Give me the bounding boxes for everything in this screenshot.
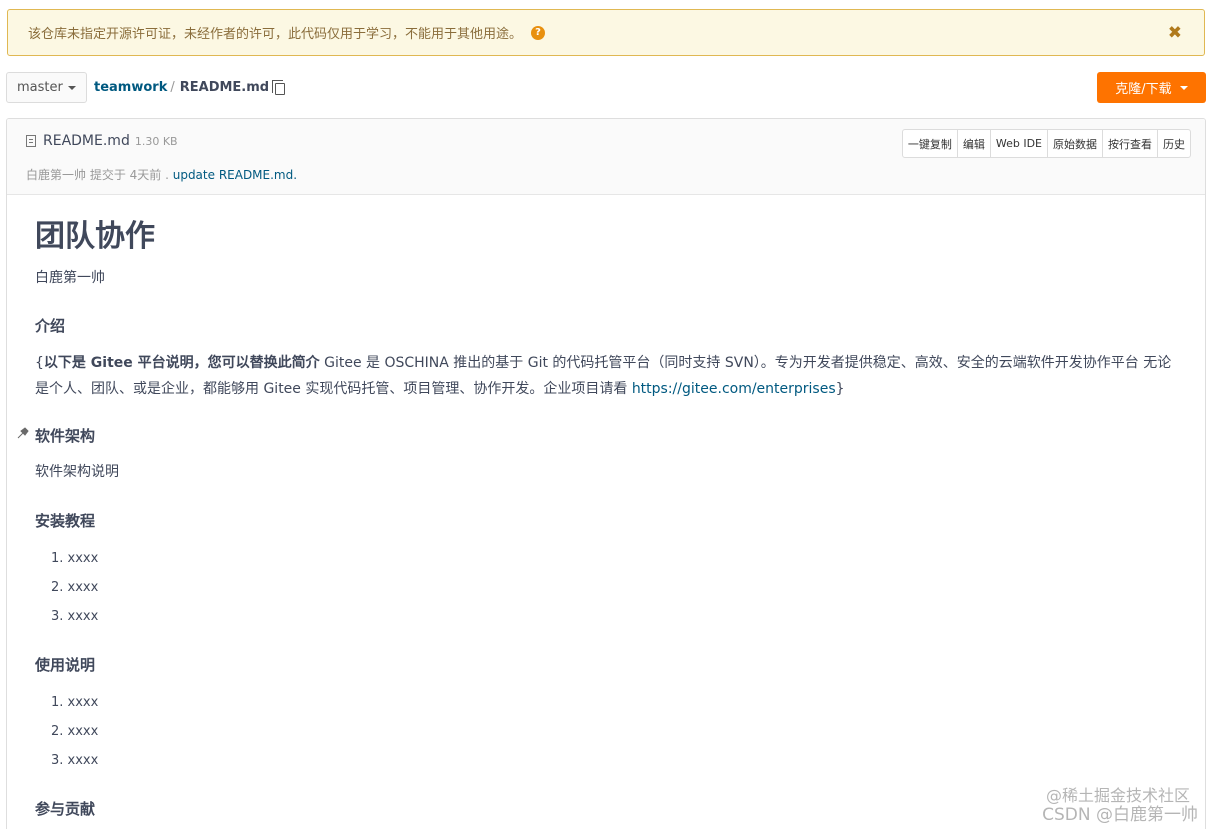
usage-heading: 使用说明 <box>35 656 96 674</box>
pin-icon[interactable] <box>16 427 32 439</box>
breadcrumb-file: README.md <box>179 80 270 95</box>
file-header: README.md 1.30 KB 白鹿第一帅 提交于 4天前 . update… <box>7 119 1205 195</box>
arch-heading: 软件架构 <box>35 427 96 445</box>
chevron-down-icon <box>1179 85 1188 90</box>
intro-paragraph: {以下是 Gitee 平台说明，您可以替换此简介 Gitee 是 OSCHINA… <box>35 350 1185 402</box>
readme-title: 团队协作 <box>35 219 155 254</box>
watermark-csdn: CSDN @白鹿第一帅 <box>1042 805 1198 825</box>
history-button[interactable]: 历史 <box>1157 130 1190 157</box>
intro-heading: 介绍 <box>35 317 66 335</box>
list-item: 1. xxxx <box>51 551 99 566</box>
repo-toolbar: master teamwork / README.md 克隆/下载 <box>6 72 1206 104</box>
usage-list: 1. xxxx 2. xxxx 3. xxxx <box>51 688 98 775</box>
file-actions: 一键复制 编辑 Web IDE 原始数据 按行查看 历史 <box>901 129 1191 158</box>
close-icon[interactable]: ✖ <box>1168 23 1182 43</box>
list-item: 3. xxxx <box>51 753 99 768</box>
branch-label: master <box>17 80 63 95</box>
install-heading: 安装教程 <box>35 512 96 530</box>
file-icon <box>26 135 36 147</box>
commit-message-link[interactable]: update README.md. <box>173 168 297 182</box>
install-list: 1. xxxx 2. xxxx 3. xxxx <box>51 544 98 631</box>
alert-message: 该仓库未指定开源许可证，未经作者的许可，此代码仅用于学习，不能用于其他用途。 <box>28 27 523 42</box>
breadcrumb-separator: / <box>170 80 175 95</box>
branch-select[interactable]: master <box>6 72 87 103</box>
intro-close-brace: } <box>835 381 845 397</box>
intro-open-brace: { <box>35 355 44 371</box>
intro-bold: 以下是 Gitee 平台说明，您可以替换此简介 <box>43 355 320 371</box>
help-icon[interactable]: ? <box>531 25 546 40</box>
copy-path-icon[interactable] <box>272 79 286 95</box>
clone-download-button[interactable]: 克隆/下载 <box>1097 72 1206 103</box>
readme-author: 白鹿第一帅 <box>35 270 105 286</box>
copy-all-button[interactable]: 一键复制 <box>903 130 957 157</box>
web-ide-button[interactable]: Web IDE <box>989 130 1047 157</box>
breadcrumb-repo-link[interactable]: teamwork <box>94 80 167 95</box>
list-item: 2. xxxx <box>51 724 99 739</box>
raw-button[interactable]: 原始数据 <box>1047 130 1102 157</box>
file-name: README.md <box>43 133 130 149</box>
commit-info: 白鹿第一帅 提交于 4天前 . update README.md. <box>26 166 297 183</box>
clone-download-label: 克隆/下载 <box>1115 82 1172 97</box>
list-item: 1. xxxx <box>51 695 99 710</box>
readme-content: 团队协作 白鹿第一帅 介绍 {以下是 Gitee 平台说明，您可以替换此简介 G… <box>7 195 1205 829</box>
breadcrumb: teamwork / README.md <box>94 79 286 95</box>
commit-author-time: 白鹿第一帅 提交于 4天前 . <box>26 168 173 182</box>
arch-text: 软件架构说明 <box>35 464 119 480</box>
file-title: README.md 1.30 KB <box>26 133 178 149</box>
file-size: 1.30 KB <box>134 134 178 148</box>
file-viewer: README.md 1.30 KB 白鹿第一帅 提交于 4天前 . update… <box>6 118 1206 829</box>
contrib-heading: 参与贡献 <box>35 800 96 818</box>
enterprises-link[interactable]: https://gitee.com/enterprises <box>632 381 836 397</box>
edit-button[interactable]: 编辑 <box>956 130 990 157</box>
list-item: 2. xxxx <box>51 580 99 595</box>
license-alert: 该仓库未指定开源许可证，未经作者的许可，此代码仅用于学习，不能用于其他用途。 ?… <box>7 9 1205 56</box>
blame-button[interactable]: 按行查看 <box>1102 130 1157 157</box>
list-item: 3. xxxx <box>51 609 99 624</box>
chevron-down-icon <box>67 85 76 90</box>
